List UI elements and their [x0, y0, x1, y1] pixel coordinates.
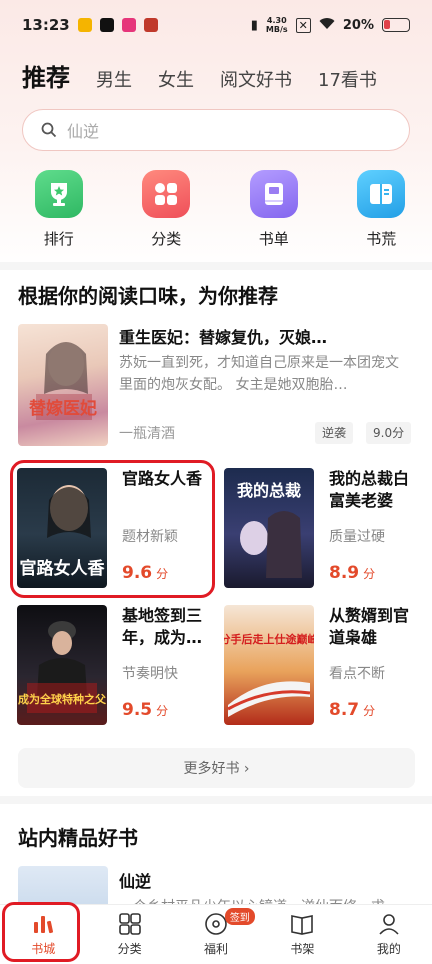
section-divider — [0, 796, 432, 804]
quick-booklist[interactable]: 书单 — [223, 170, 325, 249]
premium-section-title: 站内精品好书 — [18, 826, 138, 850]
featured-cover-text: 替嫁医妃 — [29, 398, 97, 419]
tab-recommend[interactable]: 推荐 — [22, 58, 70, 93]
featured-book-title: 重生医妃：替嫁复仇，灭娘… — [119, 328, 328, 347]
book-title: 从赘婿到官道枭雄 — [329, 606, 410, 647]
book-subtitle: 看点不断 — [329, 666, 385, 682]
book-open-icon — [357, 170, 406, 218]
featured-book-desc: 苏妧一直到死，才知道自己原来是一本团宠文里面的炮灰女配。 女主是她双胞胎… — [119, 355, 399, 393]
battery-icon — [382, 18, 410, 32]
category-grid-icon — [142, 170, 191, 218]
book-score: 8.7 分 — [329, 700, 376, 720]
search-icon — [41, 122, 57, 138]
tab-17kan[interactable]: 17看书 — [318, 66, 377, 92]
book-card[interactable]: 分手后走上仕途巅峰 从赘婿到官道枭雄 看点不断 8.7 分 — [224, 605, 424, 725]
book-score: 8.9 分 — [329, 563, 376, 583]
bookshelf-icon — [291, 915, 314, 935]
book-subtitle: 节奏明快 — [122, 666, 178, 682]
quick-book-shortage[interactable]: 书荒 — [331, 170, 432, 249]
featured-book-tag: 逆袭 — [315, 422, 354, 444]
cover-text: 成为全球特种之父 — [18, 692, 107, 706]
tab-male[interactable]: 男生 — [96, 66, 132, 92]
nav-welfare[interactable]: 签到 福利 — [173, 905, 259, 964]
featured-book-author: 一瓶清酒 — [119, 426, 175, 442]
book-cover — [18, 866, 108, 904]
book-score: 9.5 分 — [122, 700, 169, 720]
premium-book-title: 仙逆 — [119, 872, 152, 891]
category-tabs: 推荐 男生 女生 阅文好书 17看书 — [22, 58, 377, 93]
search-input[interactable]: 仙逆 — [22, 109, 410, 151]
section-divider — [0, 262, 432, 270]
wifi-icon — [319, 17, 335, 34]
vibrate-icon: ▮ — [250, 17, 258, 33]
notification-app-icon — [143, 18, 158, 32]
network-speed: 4.30 MB/s — [265, 16, 288, 34]
quick-ranking[interactable]: 排行 — [8, 170, 110, 249]
highlight-box — [2, 902, 80, 962]
highlight-box — [10, 460, 215, 598]
book-subtitle: 质量过硬 — [329, 529, 385, 545]
quick-entries: 排行 分类 书单 书荒 — [0, 170, 432, 249]
cover-text: 分手后走上仕途巅峰 — [224, 632, 314, 646]
book-card[interactable]: 成为全球特种之父 基地签到三年，成为… 节奏明快 9.5 分 — [17, 605, 217, 725]
book-cover: 分手后走上仕途巅峰 — [224, 605, 314, 725]
quick-category[interactable]: 分类 — [116, 170, 218, 249]
status-time: 13:23 — [22, 16, 70, 34]
ranking-trophy-icon — [34, 170, 83, 218]
battery-percent: 20% — [342, 17, 374, 33]
nav-bookshelf[interactable]: 书架 — [259, 905, 345, 964]
tiktok-icon — [99, 18, 114, 32]
notification-app-icon — [77, 18, 92, 32]
book-cover: 替嫁医妃 — [18, 324, 108, 446]
premium-book-desc: 一个乡村平凡少年以心镜道，逆仙而修，求… — [119, 896, 409, 904]
search-placeholder: 仙逆 — [67, 122, 100, 141]
book-cover: 我的总裁 — [224, 468, 314, 588]
cover-text: 我的总裁 — [237, 481, 301, 500]
booklist-icon — [249, 170, 298, 218]
book-cover: 成为全球特种之父 — [17, 605, 107, 725]
notification-app-icon — [121, 18, 136, 32]
profile-icon — [379, 914, 399, 935]
tab-female[interactable]: 女生 — [158, 66, 194, 92]
nav-category[interactable]: 分类 — [86, 905, 172, 964]
featured-book[interactable]: 替嫁医妃 重生医妃：替嫁复仇，灭娘… 苏妧一直到死，才知道自己原来是一本团宠文里… — [18, 324, 418, 446]
more-books-button[interactable]: 更多好书 › — [18, 748, 415, 788]
checkin-badge: 签到 — [224, 908, 255, 925]
premium-book-item[interactable]: 仙逆 一个乡村平凡少年以心镜道，逆仙而修，求… — [18, 866, 418, 904]
book-title: 基地签到三年，成为… — [122, 606, 203, 647]
featured-book-score: 9.0分 — [366, 422, 412, 444]
recommend-section-title: 根据你的阅读口味，为你推荐 — [18, 284, 278, 308]
status-bar: 13:23 ▮ 4.30 MB/s ✕ 20% — [0, 0, 432, 50]
book-title: 我的总裁白富美老婆 — [329, 469, 410, 510]
book-card[interactable]: 我的总裁 我的总裁白富美老婆 质量过硬 8.9 分 — [224, 468, 424, 588]
tab-yuewen-books[interactable]: 阅文好书 — [220, 66, 292, 92]
grid-icon — [118, 913, 141, 935]
sim-off-icon: ✕ — [295, 17, 311, 33]
nav-mine[interactable]: 我的 — [346, 905, 432, 964]
